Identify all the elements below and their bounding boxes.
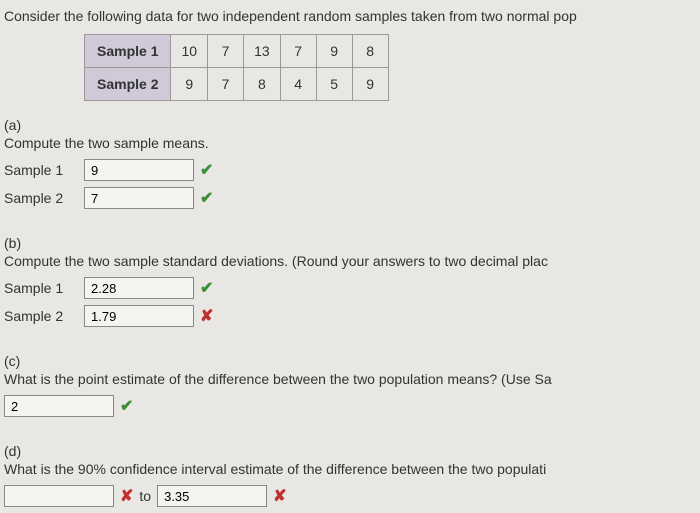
part-b-sample1-row: Sample 1 ✔ [4,277,668,299]
check-icon: ✔ [200,160,213,180]
sample-data-table: Sample 1 10 7 13 7 9 8 Sample 2 9 7 8 4 … [84,34,389,101]
part-a-sample1-input[interactable] [84,159,194,181]
part-a: (a) Compute the two sample means. Sample… [4,117,700,215]
part-c-input[interactable] [4,395,114,417]
sample2-header: Sample 2 [85,68,171,101]
sample1-cell: 10 [171,35,208,68]
part-b-question: Compute the two sample standard deviatio… [4,253,668,269]
part-d-upper-input[interactable] [157,485,267,507]
table-row: Sample 1 10 7 13 7 9 8 [85,35,389,68]
part-b: (b) Compute the two sample standard devi… [4,235,700,333]
part-a-sample2-row: Sample 2 ✔ [4,187,668,209]
check-icon: ✔ [120,396,133,416]
sample2-cell: 9 [352,68,388,101]
part-a-sample2-label: Sample 2 [4,190,84,206]
cross-icon: ✘ [200,306,213,326]
part-d-answer-row: ✘ to ✘ [4,485,668,507]
sample2-cell: 5 [316,68,352,101]
sample2-cell: 8 [244,68,281,101]
part-a-sample1-row: Sample 1 ✔ [4,159,668,181]
cross-icon: ✘ [273,486,286,506]
sample2-cell: 9 [171,68,208,101]
sample1-cell: 13 [244,35,281,68]
sample1-cell: 7 [280,35,316,68]
cross-icon: ✘ [120,486,133,506]
sample1-cell: 8 [352,35,388,68]
sample1-cell: 7 [208,35,244,68]
check-icon: ✔ [200,188,213,208]
part-c-question: What is the point estimate of the differ… [4,371,668,387]
part-a-sample2-input[interactable] [84,187,194,209]
part-c: (c) What is the point estimate of the di… [4,353,700,423]
intro-text: Consider the following data for two inde… [4,8,700,24]
part-a-question: Compute the two sample means. [4,135,668,151]
part-c-label: (c) [4,353,32,369]
sample2-cell: 4 [280,68,316,101]
part-a-label: (a) [4,117,32,133]
part-b-sample2-label: Sample 2 [4,308,84,324]
part-b-sample2-input[interactable] [84,305,194,327]
sample1-cell: 9 [316,35,352,68]
part-d-lower-input[interactable] [4,485,114,507]
part-c-answer-row: ✔ [4,395,668,417]
part-b-label: (b) [4,235,32,251]
check-icon: ✔ [200,278,213,298]
part-a-sample1-label: Sample 1 [4,162,84,178]
part-d: (d) What is the 90% confidence interval … [4,443,700,513]
part-b-sample2-row: Sample 2 ✘ [4,305,668,327]
sample2-cell: 7 [208,68,244,101]
part-b-sample1-label: Sample 1 [4,280,84,296]
sample1-header: Sample 1 [85,35,171,68]
part-d-question: What is the 90% confidence interval esti… [4,461,668,477]
to-label: to [139,488,151,504]
part-d-label: (d) [4,443,32,459]
table-row: Sample 2 9 7 8 4 5 9 [85,68,389,101]
part-b-sample1-input[interactable] [84,277,194,299]
